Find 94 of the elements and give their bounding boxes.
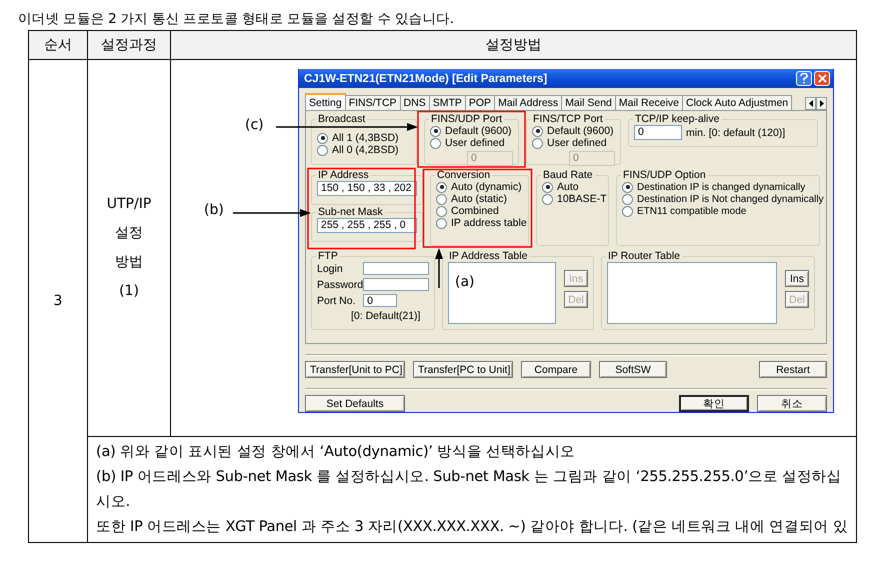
field-label: Login	[317, 262, 344, 274]
question-mark-icon	[800, 73, 808, 84]
radio-button[interactable]	[436, 194, 447, 204]
radio-label: Combined	[451, 205, 499, 217]
radio-button[interactable]	[317, 132, 328, 144]
note-text: (a) 위와 같이 표시된 설정 창에서 ‘Auto(dynamic)’ 방식을 선택하십시오	[96, 443, 576, 462]
radio-button[interactable]	[436, 218, 447, 228]
radio-label: Default (9600)	[547, 125, 614, 137]
callout-label: (c)	[245, 117, 264, 133]
callout-label: (b)	[204, 202, 224, 218]
tab[interactable]: SMTP	[428, 95, 466, 110]
radio-label: All 1 (4,3BSD)	[332, 132, 399, 144]
column-header: 순서	[28, 30, 88, 60]
group-title: IP Address	[317, 169, 370, 181]
group-title: FTP	[317, 250, 339, 262]
dialog-button[interactable]: 확인	[679, 395, 749, 412]
radio-label: Auto (dynamic)	[451, 181, 522, 193]
field-label: Port No.	[317, 294, 357, 306]
intro-text: 이더넷 모듈은 2 가지 통신 프로토콜 형태로 모듈을 설정할 수 있습니다.	[17, 10, 455, 29]
action-button[interactable]: SoftSW	[599, 361, 667, 378]
group-title: FINS/UDP Port	[430, 113, 503, 125]
group-title: IP Address Table	[448, 250, 528, 262]
radio-button[interactable]	[436, 206, 447, 216]
ip-field[interactable]: 255 , 255 , 255 , 0	[317, 218, 417, 233]
tab[interactable]: FINS/TCP	[344, 95, 401, 110]
radio-label: User defined	[445, 137, 505, 149]
radio-button[interactable]	[317, 144, 328, 156]
input-field[interactable]: 0	[363, 294, 398, 307]
dialog-button[interactable]: 취소	[757, 395, 827, 412]
tab[interactable]: POP	[464, 95, 496, 110]
close-button[interactable]	[814, 71, 830, 86]
radio-button[interactable]	[622, 206, 633, 216]
action-button[interactable]: Transfer[PC to Unit]	[413, 361, 513, 378]
field-label: Password	[317, 278, 364, 290]
left-triangle-icon	[808, 100, 812, 107]
arrow	[435, 248, 443, 288]
radio-label: Auto	[557, 181, 579, 193]
process-text: 설정	[114, 224, 144, 243]
process-text: UTP/IP	[106, 195, 152, 214]
hint-text: min. [0: default (120)]	[686, 126, 786, 138]
radio-label: Auto (static)	[451, 193, 508, 205]
column-header: 설정과정	[88, 30, 170, 60]
note-text: (b) IP 어드레스와 Sub-net Mask 를 설정하십시오. Sub-net Mask 는 그림과 같이 ‘255.255.255.0’으로 설정하십시오.	[96, 468, 842, 512]
input-field[interactable]	[363, 278, 429, 291]
action-button[interactable]: Restart	[759, 361, 827, 378]
tab[interactable]: Mail Receive	[614, 95, 683, 110]
group-title: FINS/UDP Option	[622, 169, 707, 181]
list-box[interactable]	[448, 262, 556, 324]
column-header: 설정방법	[170, 30, 856, 60]
group-title: Baud Rate	[542, 169, 594, 181]
action-button[interactable]: Compare	[521, 361, 591, 378]
input-field[interactable]: 0	[634, 125, 682, 140]
radio-label: ETN11 compatible mode	[637, 206, 746, 216]
radio-button[interactable]	[622, 182, 633, 192]
radio-label: IP address table	[451, 217, 527, 229]
radio-button[interactable]	[436, 182, 447, 192]
ip-field[interactable]: 150 , 150 , 33 , 202	[317, 181, 417, 196]
window-title: CJ1W-ETN21(ETN21Mode) [Edit Parameters]	[304, 72, 548, 84]
scroll-right-button[interactable]	[816, 97, 827, 110]
radio-label: Destination IP is changed dynamically	[637, 182, 806, 192]
close-icon	[818, 74, 826, 83]
step-number: 3	[54, 293, 62, 309]
tab[interactable]: Mail Send	[561, 95, 616, 110]
action-button[interactable]: Transfer[Unit to PC]	[305, 361, 405, 378]
group-title: TCP/IP keep-alive	[634, 113, 720, 125]
callout-label: (a)	[455, 274, 475, 290]
right-triangle-icon	[820, 100, 824, 107]
radio-label: All 0 (4,2BSD)	[332, 144, 399, 156]
radio-button[interactable]	[542, 182, 553, 192]
help-button[interactable]	[796, 71, 812, 86]
group-title: FINS/TCP Port	[532, 113, 604, 125]
input-field[interactable]	[363, 262, 429, 275]
radio-label: 10BASE-T	[557, 193, 607, 205]
tab[interactable]: DNS	[400, 95, 430, 110]
hint-text: [0: Default(21)]	[350, 310, 422, 322]
process-text: (1)	[118, 282, 140, 301]
list-box[interactable]	[607, 262, 777, 324]
scroll-left-button[interactable]	[805, 97, 816, 110]
tab[interactable]: Clock Auto Adjustmen	[682, 95, 792, 110]
radio-label: User defined	[547, 137, 607, 149]
tab[interactable]: Mail Address	[494, 95, 562, 110]
group-title: Broadcast	[317, 113, 366, 125]
set-defaults-button[interactable]: Set Defaults	[305, 395, 405, 412]
radio-button[interactable]	[622, 194, 633, 204]
radio-button[interactable]	[542, 194, 553, 204]
group-title: Sub-net Mask	[317, 206, 384, 218]
radio-label: Destination IP is Not changed dynamically	[637, 194, 824, 204]
note-text: 또한 IP 어드레스는 XGT Panel 과 주소 3 자리(XXX.XXX.XXX. ~) 같아야 합니다. (같은 네트워크 내에 연결되어 있	[96, 518, 848, 537]
dialog-button[interactable]: Ins	[785, 270, 809, 287]
group-title: Conversion	[436, 169, 492, 181]
process-text: 방법	[114, 253, 144, 272]
tab[interactable]: Setting	[305, 93, 346, 110]
radio-label: Default (9600)	[445, 125, 512, 137]
group-title: IP Router Table	[607, 250, 681, 262]
